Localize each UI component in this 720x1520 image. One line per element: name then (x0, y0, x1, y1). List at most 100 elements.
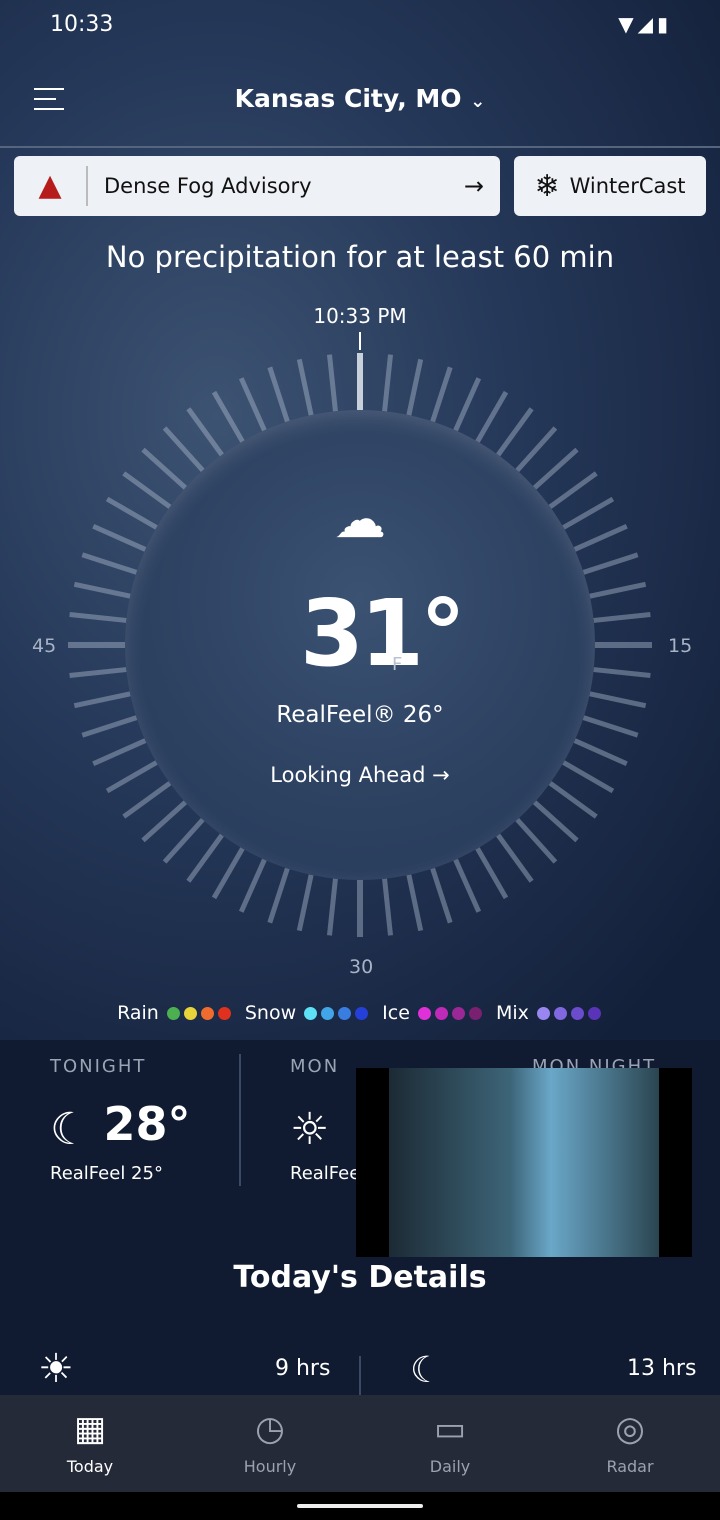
divider (0, 146, 720, 148)
tab-label: Hourly (243, 1457, 297, 1476)
forecast-label: MON NIGHT (532, 1056, 657, 1068)
dial-tick (162, 426, 205, 473)
moon-hours: 13 hrs (627, 1356, 697, 1381)
alert-label: Dense Fog Advisory (104, 174, 312, 198)
dial-tick (453, 858, 482, 913)
looking-ahead-link[interactable]: Looking Ahead → (0, 763, 720, 787)
dial-tick (141, 800, 188, 843)
legend-dot (451, 1007, 465, 1020)
status-icons: ▼◢▮ (618, 12, 672, 36)
snowflake-icon: ❄ (534, 168, 560, 204)
dial-tick (593, 611, 651, 623)
legend-dot (321, 1007, 335, 1020)
dial-tick (73, 581, 131, 599)
signal-icon: ◢ (637, 12, 657, 36)
gesture-bar (0, 1492, 720, 1520)
dial-tick (186, 833, 224, 883)
wintercast-button[interactable]: ❄ WinterCast (514, 156, 706, 216)
dial-tick (573, 738, 628, 767)
legend-group: Snow (245, 1002, 370, 1024)
dial-tick (92, 738, 147, 767)
dial-tick (238, 377, 267, 432)
forecast-temp: 28° (103, 1097, 191, 1151)
dial-tick (382, 878, 394, 936)
tab-label: Radar (606, 1457, 654, 1476)
tab-label: Daily (429, 1457, 471, 1476)
dial-tick (267, 867, 290, 924)
status-time: 10:33 (50, 12, 114, 37)
dial-tick (406, 358, 424, 416)
legend-label: Mix (495, 1002, 535, 1024)
forecast-realfeel: RealFee (290, 1163, 361, 1184)
dial-label-15: 15 (668, 635, 693, 657)
dial-tick (496, 407, 534, 457)
legend-dot (536, 1007, 550, 1020)
arrow-right-icon: → (463, 172, 484, 200)
dial-tick (515, 817, 558, 864)
forecast-mon[interactable]: MON ☼ RealFee (290, 1056, 360, 1184)
dial-tick (69, 667, 127, 679)
dial-tick (532, 800, 579, 843)
arrow-right-icon: → (432, 763, 450, 787)
dial-tick (326, 354, 338, 412)
dial-label-45: 45 (32, 635, 57, 657)
dial-tick (267, 366, 290, 423)
forecast-realfeel: RealFeel 25° (50, 1163, 163, 1184)
dial-tick (296, 874, 314, 932)
battery-charging-icon: ▮ (656, 12, 672, 36)
legend-dot (200, 1007, 214, 1020)
wintercast-label: WinterCast (569, 174, 686, 198)
legend-dot (304, 1007, 318, 1020)
dial-tick (548, 781, 598, 819)
legend-group: Ice (382, 1002, 484, 1024)
dial-tick (475, 390, 509, 443)
legend-label: Snow (244, 1002, 303, 1024)
calendar-today-icon: ▦ (73, 1409, 107, 1449)
dial-tick (69, 611, 127, 623)
dial-label-30: 30 (349, 956, 374, 978)
alert-banner[interactable]: ▲ Dense Fog Advisory → (14, 156, 500, 216)
dial-tick (548, 471, 598, 509)
chevron-down-icon: ⌄ (470, 91, 486, 112)
temp-unit: F (392, 654, 403, 675)
tab-hourly[interactable]: ◷ Hourly (180, 1395, 360, 1492)
forecast-mon-night[interactable]: MON NIGHT (532, 1056, 656, 1068)
dial-tick (186, 407, 224, 457)
legend-dot (183, 1007, 197, 1020)
radar-icon: ◎ (615, 1409, 645, 1449)
legend-dot (166, 1007, 180, 1020)
legend-dot (587, 1007, 601, 1020)
looking-ahead-label: Looking Ahead (270, 763, 426, 787)
tab-daily[interactable]: ▭ Daily (360, 1395, 540, 1492)
tab-today[interactable]: ▦ Today (0, 1395, 180, 1492)
clock-icon: ◷ (255, 1409, 285, 1449)
forecast-tonight[interactable]: TONIGHT ☾ 28° RealFeel 25° (50, 1056, 190, 1184)
dial-tick (430, 366, 453, 423)
current-temp: 31° (300, 580, 466, 687)
legend-label: Rain (117, 1002, 165, 1024)
location-selector[interactable]: Kansas City, MO ⌄ (0, 84, 720, 113)
dial-tick (593, 667, 651, 679)
cloud-icon: ☁ (334, 490, 386, 550)
tab-radar[interactable]: ◎ Radar (540, 1395, 720, 1492)
dial-tick (238, 858, 267, 913)
precip-legend: Rain Snow Ice Mix (0, 1002, 720, 1024)
dial-tick (532, 447, 579, 490)
video-overlay[interactable] (356, 1068, 692, 1257)
legend-group: Rain (117, 1002, 233, 1024)
dial-tick (573, 523, 628, 552)
sun-cloud-icon: ☼ (290, 1104, 330, 1155)
dial-tick (406, 874, 424, 932)
dial-tick (430, 867, 453, 924)
dial-tick (105, 496, 158, 530)
legend-dot (217, 1007, 231, 1020)
dial-tick (475, 847, 509, 900)
legend-label: Ice (382, 1002, 416, 1024)
moon-icon: ☾ (410, 1350, 443, 1391)
sun-hours: 9 hrs (275, 1356, 331, 1381)
dial-tick (589, 581, 647, 599)
legend-dot (468, 1007, 482, 1020)
bottom-nav: ▦ Today ◷ Hourly ▭ Daily ◎ Radar (0, 1395, 720, 1492)
dial-tick (382, 354, 394, 412)
legend-dot (553, 1007, 567, 1020)
